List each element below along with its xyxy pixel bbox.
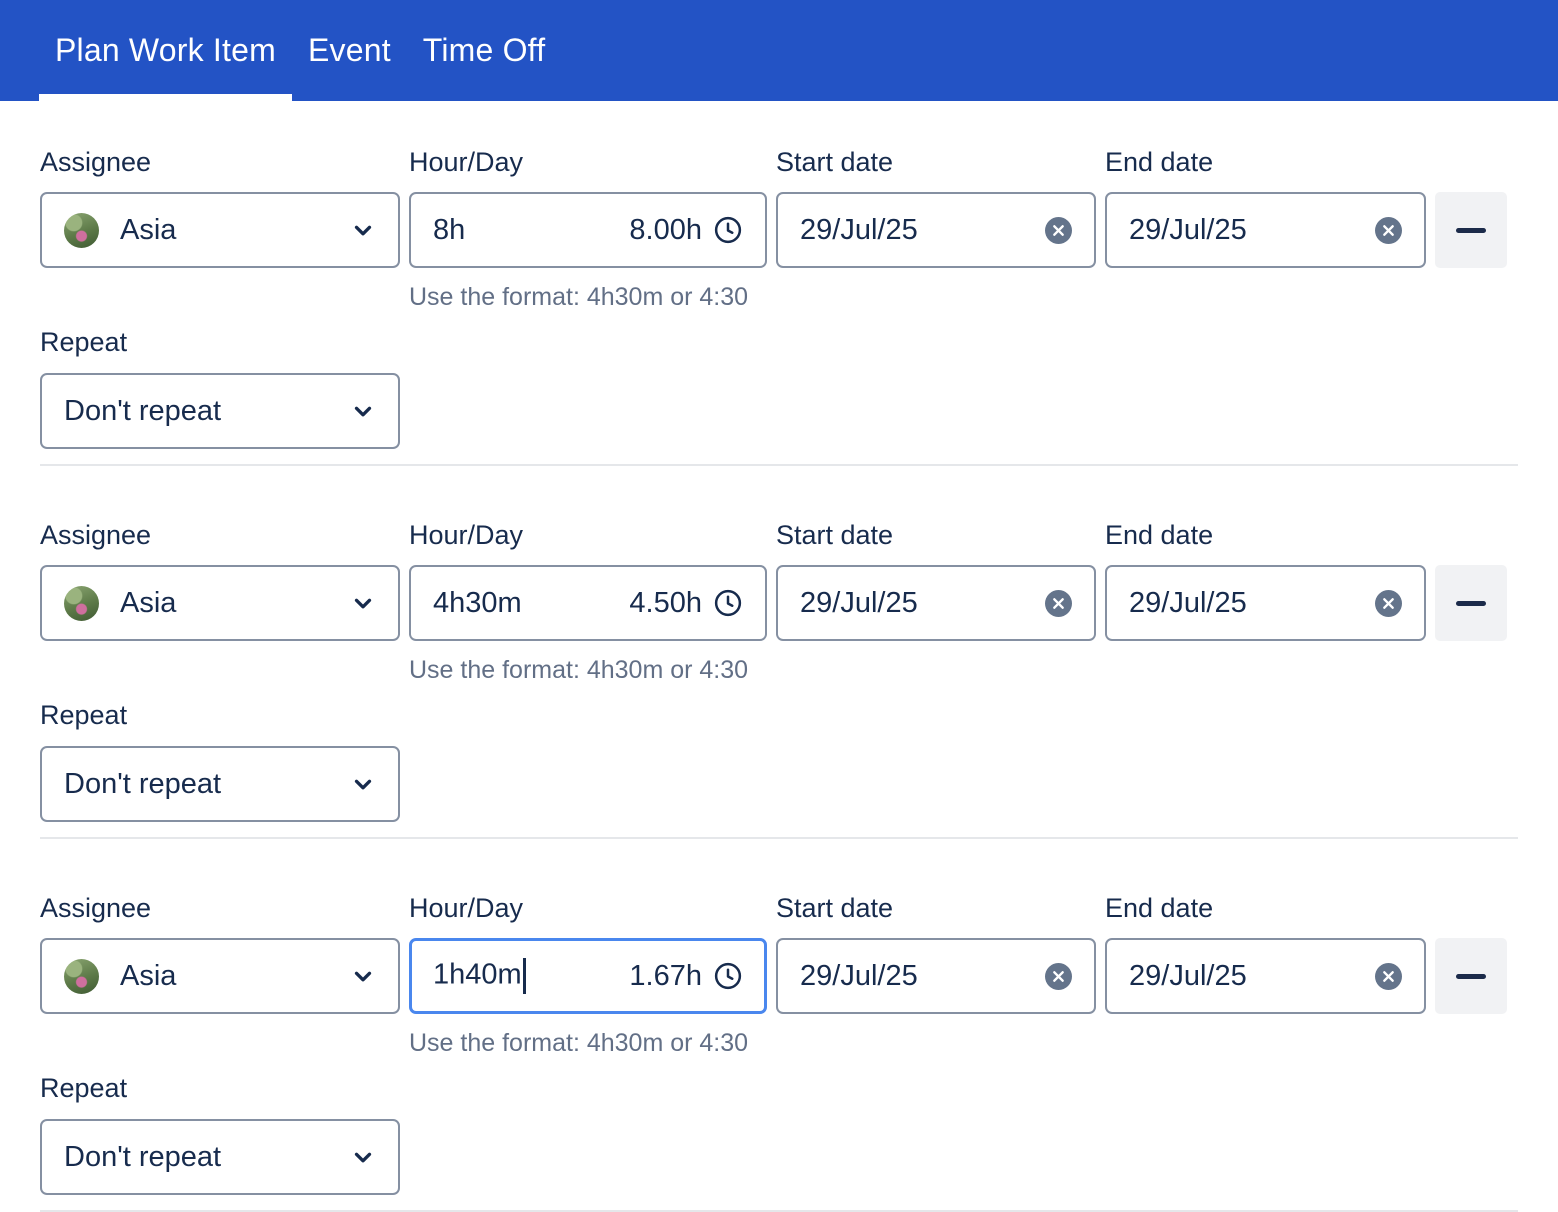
hour-day-computed: 1.67h — [629, 960, 702, 993]
start-date-label: Start date — [776, 522, 1096, 549]
start-date-value: 29/Jul/25 — [800, 960, 918, 993]
end-date-value: 29/Jul/25 — [1129, 214, 1247, 247]
end-date-label: End date — [1105, 149, 1426, 176]
tab-label: Time Off — [423, 32, 546, 69]
assignee-select[interactable]: Asia — [40, 565, 400, 641]
end-date-label: End date — [1105, 522, 1426, 549]
end-date-input[interactable]: 29/Jul/25 — [1105, 938, 1426, 1014]
work-item-row: Assignee Hour/Day Start date End date As… — [40, 839, 1518, 1212]
start-date-value: 29/Jul/25 — [800, 587, 918, 620]
chevron-down-icon — [350, 771, 376, 797]
clear-end-date-button[interactable] — [1375, 217, 1402, 244]
hour-day-input[interactable]: 4h30m 4.50h — [409, 565, 767, 641]
remove-row-button[interactable] — [1435, 938, 1507, 1014]
chevron-down-icon — [350, 1144, 376, 1170]
tab-event[interactable]: Event — [292, 0, 407, 101]
hour-day-value: 4h30m — [433, 587, 522, 620]
repeat-label: Repeat — [40, 1075, 1518, 1102]
assignee-select[interactable]: Asia — [40, 938, 400, 1014]
tab-bar: Plan Work Item Event Time Off — [0, 0, 1558, 101]
repeat-select[interactable]: Don't repeat — [40, 746, 400, 822]
clear-start-date-button[interactable] — [1045, 217, 1072, 244]
hour-day-label: Hour/Day — [409, 895, 767, 922]
remove-row-button[interactable] — [1435, 565, 1507, 641]
chevron-down-icon — [350, 963, 376, 989]
assignee-label: Assignee — [40, 522, 400, 549]
work-item-row: Assignee Hour/Day Start date End date As… — [40, 466, 1518, 839]
repeat-value: Don't repeat — [64, 1141, 221, 1174]
end-date-input[interactable]: 29/Jul/25 — [1105, 192, 1426, 268]
plan-work-item-form: Assignee Hour/Day Start date End date As… — [0, 101, 1558, 1212]
clear-start-date-button[interactable] — [1045, 963, 1072, 990]
hour-day-computed: 8.00h — [629, 214, 702, 247]
clear-end-date-button[interactable] — [1375, 590, 1402, 617]
repeat-value: Don't repeat — [64, 768, 221, 801]
minus-icon — [1456, 974, 1486, 979]
chevron-down-icon — [350, 590, 376, 616]
hour-day-input-focused[interactable]: 1h40m 1.67h — [409, 938, 767, 1014]
tab-time-off[interactable]: Time Off — [407, 0, 562, 101]
assignee-label: Assignee — [40, 149, 400, 176]
clock-icon — [713, 588, 743, 618]
assignee-avatar — [64, 213, 99, 248]
chevron-down-icon — [350, 217, 376, 243]
repeat-label: Repeat — [40, 702, 1518, 729]
start-date-input[interactable]: 29/Jul/25 — [776, 938, 1096, 1014]
hour-day-input[interactable]: 8h 8.00h — [409, 192, 767, 268]
assignee-avatar — [64, 959, 99, 994]
end-date-input[interactable]: 29/Jul/25 — [1105, 565, 1426, 641]
clear-end-date-button[interactable] — [1375, 963, 1402, 990]
start-date-input[interactable]: 29/Jul/25 — [776, 192, 1096, 268]
format-hint: Use the format: 4h30m or 4:30 — [409, 285, 767, 310]
hour-day-label: Hour/Day — [409, 149, 767, 176]
format-hint: Use the format: 4h30m or 4:30 — [409, 658, 767, 683]
remove-row-button[interactable] — [1435, 192, 1507, 268]
tab-label: Plan Work Item — [55, 32, 276, 69]
repeat-select[interactable]: Don't repeat — [40, 1119, 400, 1195]
start-date-label: Start date — [776, 895, 1096, 922]
hour-day-value: 8h — [433, 214, 465, 247]
tab-plan-work-item[interactable]: Plan Work Item — [39, 0, 292, 101]
assignee-value: Asia — [120, 960, 176, 993]
assignee-avatar — [64, 586, 99, 621]
work-item-row: Assignee Hour/Day Start date End date As… — [40, 101, 1518, 466]
minus-icon — [1456, 601, 1486, 606]
start-date-value: 29/Jul/25 — [800, 214, 918, 247]
assignee-label: Assignee — [40, 895, 400, 922]
assignee-value: Asia — [120, 214, 176, 247]
end-date-value: 29/Jul/25 — [1129, 587, 1247, 620]
start-date-label: Start date — [776, 149, 1096, 176]
hour-day-computed: 4.50h — [629, 587, 702, 620]
format-hint: Use the format: 4h30m or 4:30 — [409, 1031, 767, 1056]
clock-icon — [713, 215, 743, 245]
text-cursor — [523, 958, 526, 994]
assignee-value: Asia — [120, 587, 176, 620]
repeat-label: Repeat — [40, 329, 1518, 356]
chevron-down-icon — [350, 398, 376, 424]
clear-start-date-button[interactable] — [1045, 590, 1072, 617]
tab-label: Event — [308, 32, 391, 69]
repeat-value: Don't repeat — [64, 395, 221, 428]
assignee-select[interactable]: Asia — [40, 192, 400, 268]
minus-icon — [1456, 228, 1486, 233]
hour-day-value: 1h40m — [433, 959, 522, 991]
clock-icon — [713, 961, 743, 991]
end-date-value: 29/Jul/25 — [1129, 960, 1247, 993]
hour-day-label: Hour/Day — [409, 522, 767, 549]
repeat-select[interactable]: Don't repeat — [40, 373, 400, 449]
end-date-label: End date — [1105, 895, 1426, 922]
start-date-input[interactable]: 29/Jul/25 — [776, 565, 1096, 641]
